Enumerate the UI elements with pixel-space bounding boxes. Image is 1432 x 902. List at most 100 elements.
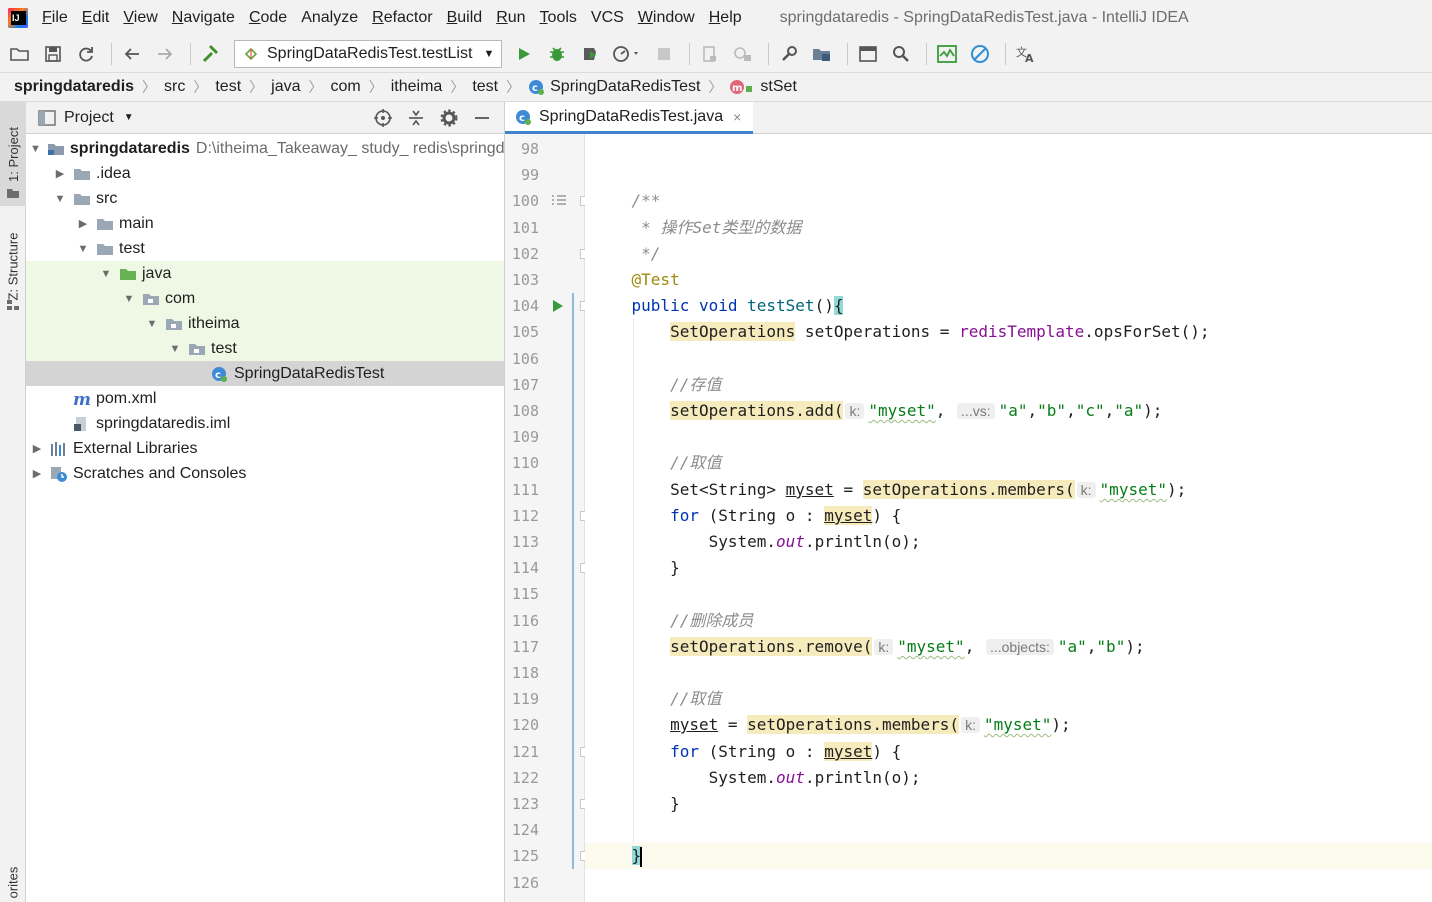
tree-item[interactable]: ▼ src [26,186,504,211]
test-root-folder-icon [119,266,137,282]
menu-tools[interactable]: Tools [540,9,577,27]
collapsed-arrow-icon[interactable]: ▶ [76,217,90,230]
expanded-arrow-icon[interactable]: ▼ [76,243,90,255]
menu-mnemonic: N [171,9,184,26]
code-token: testSet [747,296,815,315]
save-all-icon[interactable] [39,40,67,68]
tree-item[interactable]: c SpringDataRedisTest [26,361,504,386]
expanded-arrow-icon[interactable]: ▼ [145,318,159,330]
code-token: "myset" [868,401,936,420]
breadcrumb-item[interactable]: src [164,78,185,96]
hide-minus-icon[interactable] [471,107,493,129]
tree-item[interactable]: ▼ test [26,236,504,261]
back-arrow-icon[interactable] [118,40,146,68]
expanded-arrow-icon[interactable]: ▼ [53,193,67,205]
expanded-arrow-icon[interactable]: ▼ [168,343,182,355]
tree-item[interactable]: ▶ .idea [26,161,504,186]
profiler-icon[interactable] [609,40,645,68]
power-save-icon[interactable] [966,40,994,68]
project-panel-title[interactable]: Project [64,109,114,127]
run-with-coverage-icon[interactable] [576,40,604,68]
menu-run[interactable]: Run [496,9,525,27]
menu-code[interactable]: Code [249,9,287,27]
code-editor[interactable]: /** * 操作Set类型的数据 */ @Test public void te… [585,134,1432,902]
attach-debugger-icon[interactable] [696,40,724,68]
menu-file[interactable]: File [42,9,68,27]
collapsed-arrow-icon[interactable]: ▶ [30,442,44,455]
collapsed-arrow-icon[interactable]: ▶ [53,167,67,180]
tree-item[interactable]: ▶ main [26,211,504,236]
menu-vcs[interactable]: VCS [591,9,624,27]
menu-view[interactable]: View [123,9,157,27]
editor-tab-springdataredistest[interactable]: c SpringDataRedisTest.java × [505,102,753,134]
synchronize-icon[interactable] [72,40,100,68]
settings-wrench-icon[interactable] [775,40,803,68]
tree-item-label: test [119,239,145,257]
line-number: 110 [511,454,539,472]
breadcrumb-item[interactable]: m stSet [730,78,797,96]
favorites-tool-tab[interactable]: orites [0,862,26,902]
tree-item[interactable]: ▶ Scratches and Consoles [26,461,504,486]
collapse-all-icon[interactable] [405,107,427,129]
gear-icon[interactable] [438,107,460,129]
tree-item[interactable]: ▼ com [26,286,504,311]
breadcrumb-item[interactable]: itheima [391,78,443,96]
tree-item[interactable]: ▼ springdataredis D:\itheima_Takeaway_ stu… [26,136,504,161]
menu-build[interactable]: Build [447,9,483,27]
chevron-down-icon[interactable]: ▼ [124,112,134,123]
collapsed-arrow-icon[interactable]: ▶ [30,467,44,480]
tree-item[interactable]: ▼ test [26,336,504,361]
close-icon[interactable]: × [733,109,741,125]
breadcrumb-item[interactable]: test [215,78,241,96]
breadcrumb-item[interactable]: java [271,78,300,96]
expanded-arrow-icon[interactable]: ▼ [30,143,41,155]
code-line: //存值 [585,372,1432,398]
project-structure-icon[interactable] [808,40,836,68]
tree-item[interactable]: ▶ External Libraries [26,436,504,461]
debug-bug-icon[interactable] [543,40,571,68]
tree-item[interactable]: ▼ java [26,261,504,286]
menu-mnemonic: V [123,9,134,26]
tree-item[interactable]: springdataredis.iml [26,411,504,436]
expanded-arrow-icon[interactable]: ▼ [99,268,113,280]
locate-crosshair-icon[interactable] [372,107,394,129]
open-folder-icon[interactable] [6,40,34,68]
statistic-chart-icon[interactable] [933,40,961,68]
breadcrumb-item[interactable]: test [472,78,498,96]
code-token: public void [631,296,748,315]
code-token: System. [593,532,777,551]
tree-item[interactable]: m pom.xml [26,386,504,411]
run-configuration-dropdown[interactable]: SpringDataRedisTest.testList ▼ [234,40,502,68]
menu-refactor[interactable]: Refactor [372,9,432,27]
run-icon[interactable] [510,40,538,68]
terminal-window-icon[interactable] [854,40,882,68]
tree-item[interactable]: ▼ itheima [26,311,504,336]
build-hammer-icon[interactable] [197,40,225,68]
menu-navigate[interactable]: Navigate [172,9,235,27]
breadcrumb-separator: 〉 [193,79,208,95]
breadcrumb-item[interactable]: com [331,78,361,96]
code-token: "b" [1096,637,1126,656]
search-icon[interactable] [887,40,915,68]
breadcrumb-item[interactable]: c SpringDataRedisTest [528,78,700,96]
translate-icon[interactable]: 文A [1012,40,1040,68]
run-test-gutter-icon[interactable] [551,299,565,317]
doc-comment-icon[interactable] [551,194,567,212]
code-token: System. [593,768,777,787]
menu-edit[interactable]: Edit [82,9,110,27]
menu-label: Analyze [301,9,359,26]
menu-window[interactable]: Window [638,9,695,27]
stop-icon[interactable] [650,40,678,68]
deploy-icon[interactable] [729,40,757,68]
code-token: ); [1143,401,1163,420]
parameter-hint: k: [845,403,865,419]
menu-analyze[interactable]: Analyze [301,9,358,27]
breadcrumb-item[interactable]: springdataredis [14,78,134,96]
expanded-arrow-icon[interactable]: ▼ [122,293,136,305]
code-token: out [776,532,805,551]
forward-arrow-icon[interactable] [151,40,179,68]
menu-help[interactable]: Help [709,9,742,27]
tree-item-label: src [96,189,118,207]
